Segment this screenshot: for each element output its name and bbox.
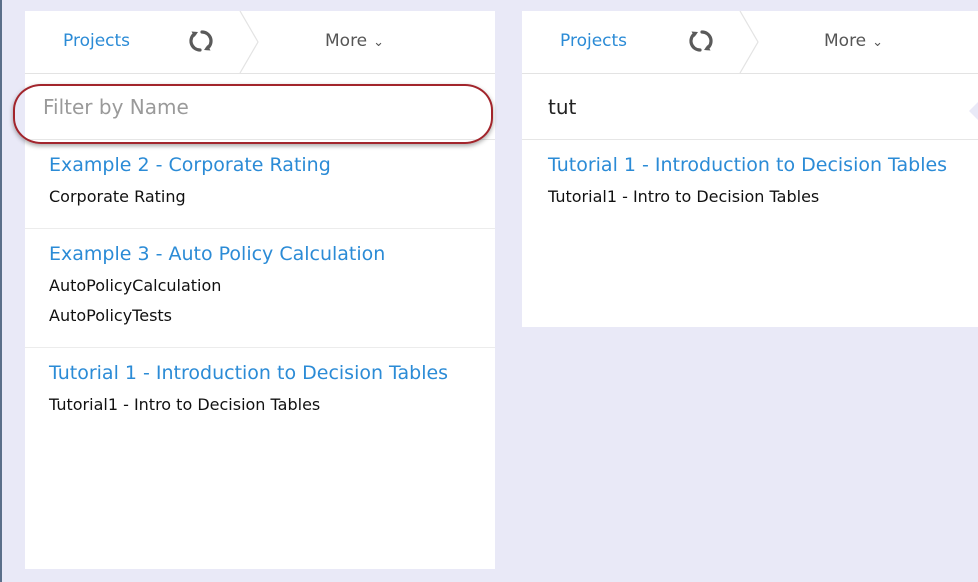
more-label: More xyxy=(325,31,368,51)
project-item: Example 2 - Corporate Rating Corporate R… xyxy=(25,140,495,229)
project-item: Tutorial 1 - Introduction to Decision Ta… xyxy=(522,140,978,228)
filter-by-name-input[interactable] xyxy=(522,74,978,139)
project-module: Tutorial1 - Intro to Decision Tables xyxy=(49,395,321,414)
panel-pointer-icon xyxy=(969,100,978,122)
more-menu[interactable]: More ⌄ xyxy=(824,31,883,51)
filter-row xyxy=(25,74,495,140)
more-label: More xyxy=(824,31,867,51)
nav-bar: Projects More ⌄ xyxy=(25,11,495,74)
project-title[interactable]: Tutorial 1 - Introduction to Decision Ta… xyxy=(49,362,477,384)
filter-row xyxy=(522,74,978,140)
project-title[interactable]: Example 2 - Corporate Rating xyxy=(49,154,477,176)
projects-panel-left: Projects More ⌄ Example 2 - Corporate Rat… xyxy=(25,11,495,569)
nav-bar: Projects More ⌄ xyxy=(522,11,978,74)
more-menu[interactable]: More ⌄ xyxy=(325,31,384,51)
project-item: Example 3 - Auto Policy Calculation Auto… xyxy=(25,229,495,348)
projects-link[interactable]: Projects xyxy=(560,31,627,51)
project-title[interactable]: Tutorial 1 - Introduction to Decision Ta… xyxy=(548,154,962,176)
breadcrumb-separator xyxy=(738,11,760,74)
project-item: Tutorial 1 - Introduction to Decision Ta… xyxy=(25,348,495,436)
app-canvas: Projects More ⌄ Example 2 - Corporate Rat… xyxy=(0,0,978,582)
refresh-icon[interactable] xyxy=(188,28,214,54)
project-module: AutoPolicyTests xyxy=(49,306,173,325)
projects-panel-right: Projects More⌄ Tutorial 1 - Introdu xyxy=(522,11,978,327)
breadcrumb-separator xyxy=(238,11,260,74)
top-strip xyxy=(2,0,978,11)
chevron-down-icon: ⌄ xyxy=(373,35,385,50)
projects-link[interactable]: Projects xyxy=(63,31,130,51)
filter-by-name-input[interactable] xyxy=(25,74,495,139)
chevron-down-icon: ⌄ xyxy=(872,35,884,50)
project-module: AutoPolicyCalculation xyxy=(49,276,222,295)
refresh-icon[interactable] xyxy=(688,28,714,54)
project-title[interactable]: Example 3 - Auto Policy Calculation xyxy=(49,243,477,265)
project-module: Tutorial1 - Intro to Decision Tables xyxy=(548,187,820,206)
project-module: Corporate Rating xyxy=(49,187,186,206)
